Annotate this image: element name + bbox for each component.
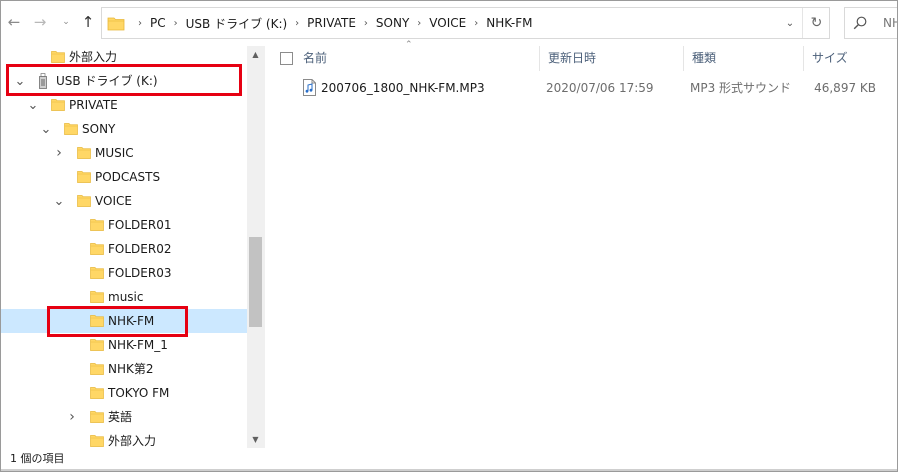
breadcrumb-item[interactable]: VOICE (429, 16, 466, 30)
chevron-down-icon[interactable]: ⌄ (40, 117, 52, 141)
chevron-right-icon[interactable]: › (66, 405, 78, 429)
annotation-box-nhk-fm (47, 306, 188, 337)
sidebar-item-label: PODCASTS (95, 170, 161, 184)
chevron-right-icon[interactable]: › (364, 18, 368, 29)
sidebar-item-label: FOLDER01 (108, 218, 172, 232)
chevron-right-icon[interactable]: › (474, 18, 478, 29)
sidebar-item-label: MUSIC (95, 146, 134, 160)
chevron-right-icon[interactable]: › (295, 18, 299, 29)
scroll-thumb[interactable] (249, 237, 262, 327)
navigation-pane: 外部入力 ⌄ USB ドライブ (K:) ⌄ PRIVATE ⌄ SONY › MUSIC POD… (0, 46, 264, 448)
select-all-checkbox[interactable] (280, 52, 293, 65)
folder-icon (90, 410, 104, 423)
sidebar-item-label: NHK第2 (108, 362, 154, 376)
folder-icon (77, 170, 91, 183)
sidebar-item[interactable]: ⌄ SONY (0, 117, 248, 141)
recent-chevron-icon[interactable]: ⌄ (56, 12, 76, 32)
address-toolbar: ← → ⌄ ↑ › PC › USB ドライブ (K:) › PRIVATE › SONY › V… (0, 0, 898, 46)
col-size-label: サイズ (812, 51, 848, 65)
folder-icon (77, 146, 91, 159)
address-history-chevron-icon[interactable]: ⌄ (780, 8, 800, 38)
col-type[interactable]: 種類 (684, 46, 804, 71)
sidebar-item[interactable]: › 英語 (0, 405, 248, 429)
search-placeholder: NH (883, 16, 898, 30)
table-row[interactable]: 200706_1800_NHK-FM.MP3 2020/07/06 17:59 … (272, 77, 898, 99)
file-modified: 2020/07/06 17:59 (546, 81, 654, 95)
col-modified[interactable]: 更新日時 (540, 46, 684, 71)
folder-icon (51, 98, 65, 111)
col-modified-label: 更新日時 (548, 51, 597, 65)
search-input[interactable]: NH (844, 7, 898, 39)
up-arrow-icon[interactable]: ↑ (78, 12, 98, 32)
status-bar: 1 個の項目 (0, 448, 898, 472)
sidebar-item[interactable]: › MUSIC (0, 141, 248, 165)
sidebar-item-label: FOLDER02 (108, 242, 172, 256)
sidebar-item[interactable]: ⌄ PRIVATE (0, 93, 248, 117)
sidebar-item[interactable]: NHK第2 (0, 357, 248, 381)
sidebar-item[interactable]: PODCASTS (0, 165, 248, 189)
sidebar-item-label: 英語 (108, 410, 133, 424)
folder-icon (90, 338, 104, 351)
sort-ascending-icon: ⌃ (405, 40, 413, 50)
folder-icon (90, 434, 104, 447)
folder-icon (51, 50, 65, 63)
file-type: MP3 形式サウンド (690, 81, 792, 95)
pane-divider[interactable] (264, 46, 265, 448)
search-icon (853, 16, 867, 30)
nav-scrollbar[interactable]: ▲ ▼ (247, 46, 264, 448)
col-type-label: 種類 (692, 51, 717, 65)
folder-icon (107, 17, 125, 31)
sidebar-item-label: FOLDER03 (108, 266, 172, 280)
folder-icon (90, 386, 104, 399)
chevron-right-icon[interactable]: › (53, 141, 65, 165)
scroll-down-icon[interactable]: ▼ (247, 431, 264, 448)
sidebar-item-label: PRIVATE (69, 98, 118, 112)
sidebar-item[interactable]: ⌄ VOICE (0, 189, 248, 213)
sidebar-item[interactable]: FOLDER02 (0, 237, 248, 261)
file-name: 200706_1800_NHK-FM.MP3 (321, 81, 485, 95)
folder-icon (90, 266, 104, 279)
breadcrumb-item[interactable]: SONY (376, 16, 409, 30)
folder-icon (90, 290, 104, 303)
sidebar-item-label: VOICE (95, 194, 132, 208)
sidebar-item[interactable]: FOLDER01 (0, 213, 248, 237)
mp3-file-icon (303, 79, 316, 96)
sidebar-item[interactable]: TOKYO FM (0, 381, 248, 405)
sidebar-item[interactable]: FOLDER03 (0, 261, 248, 285)
col-name-label: 名前 (303, 51, 328, 65)
file-size: 46,897 KB (814, 81, 876, 95)
col-size[interactable]: サイズ (804, 46, 894, 71)
column-header: 名前 更新日時 種類 サイズ (272, 46, 898, 71)
scroll-up-icon[interactable]: ▲ (247, 46, 264, 63)
item-count: 1 個の項目 (10, 452, 65, 465)
chevron-right-icon[interactable]: › (174, 18, 178, 29)
chevron-down-icon[interactable]: ⌄ (27, 93, 39, 117)
breadcrumb: › PC › USB ドライブ (K:) › PRIVATE › SONY › VOICE › NHK… (130, 8, 532, 38)
address-bar[interactable]: › PC › USB ドライブ (K:) › PRIVATE › SONY › VOICE › NHK… (101, 7, 830, 39)
breadcrumb-item[interactable]: NHK-FM (486, 16, 532, 30)
sidebar-item-label: SONY (82, 122, 116, 136)
breadcrumb-item[interactable]: USB ドライブ (K:) (186, 15, 288, 32)
folder-icon (90, 362, 104, 375)
chevron-right-icon[interactable]: › (417, 18, 421, 29)
breadcrumb-item[interactable]: PRIVATE (307, 16, 356, 30)
annotation-box-usb-drive (6, 64, 242, 96)
sidebar-item-label: TOKYO FM (108, 386, 170, 400)
forward-arrow-icon[interactable]: → (30, 12, 50, 32)
chevron-right-icon[interactable]: › (138, 18, 142, 29)
folder-icon (77, 194, 91, 207)
folder-icon (64, 122, 78, 135)
back-arrow-icon[interactable]: ← (4, 12, 24, 32)
folder-icon (90, 218, 104, 231)
refresh-icon[interactable]: ↻ (802, 8, 830, 38)
folder-icon (90, 242, 104, 255)
chevron-down-icon[interactable]: ⌄ (53, 189, 65, 213)
breadcrumb-item[interactable]: PC (150, 16, 166, 30)
